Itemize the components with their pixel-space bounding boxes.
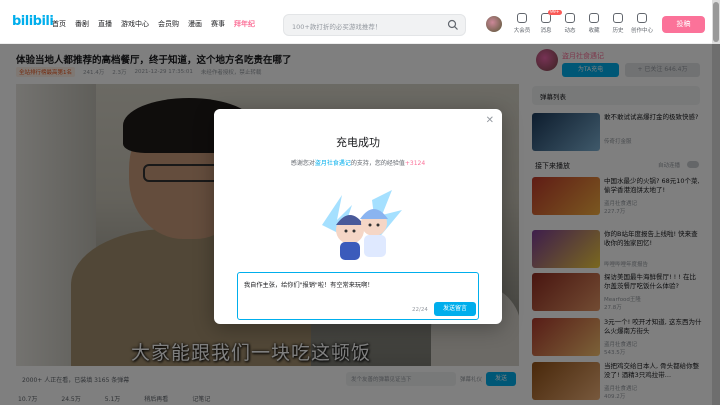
dynamic-icon	[565, 13, 575, 23]
user-avatar[interactable]	[486, 16, 502, 32]
vip-icon	[517, 13, 527, 23]
nav-vip[interactable]: 大会员	[510, 13, 534, 34]
nav-new-year[interactable]: 拜年纪	[234, 19, 255, 29]
upload-button[interactable]: 投稿	[662, 16, 705, 33]
nav-favorites[interactable]: 收藏	[582, 13, 606, 34]
char-counter: 22/24	[412, 307, 428, 313]
search-icon[interactable]	[447, 19, 459, 31]
nav-esports[interactable]: 赛事	[211, 19, 225, 29]
exp-gain: +3124	[404, 160, 426, 167]
message-textarea[interactable]: 我自作主张，给你们"报销"啦！有空常来玩啊！ 22/24 发送留言	[237, 272, 479, 320]
send-message-button[interactable]: 发送留言	[434, 302, 476, 316]
bilibili-logo[interactable]: bilibili	[12, 14, 54, 29]
thanks-up-name: 盗月社食遇记	[314, 160, 351, 167]
nav-home[interactable]: 首页	[52, 19, 66, 29]
nav-anime[interactable]: 番剧	[75, 19, 89, 29]
nav-history[interactable]: 历史	[606, 13, 630, 34]
modal-title: 充电成功	[336, 136, 380, 149]
clock-icon	[613, 13, 623, 23]
top-header: bilibili 首页 番剧 直播 游戏中心 会员购 漫画 赛事 拜年纪 100…	[0, 0, 720, 44]
search-bar[interactable]: 100+款打折的必买游戏推荐！	[283, 14, 466, 36]
nav-game-center[interactable]: 游戏中心	[121, 19, 149, 29]
nav-manga[interactable]: 漫画	[188, 19, 202, 29]
nav-dynamic[interactable]: 动态	[558, 13, 582, 34]
bulb-icon	[637, 13, 647, 23]
star-icon	[589, 13, 599, 23]
nav-creator-center[interactable]: 创作中心	[630, 13, 654, 34]
thanks-text: 感谢您对盗月社食遇记的支持，您的经验值+3124	[290, 160, 426, 167]
close-icon[interactable]: ✕	[486, 115, 494, 126]
celebration-illustration	[322, 190, 402, 260]
nav-member-shop[interactable]: 会员购	[158, 19, 179, 29]
message-text[interactable]: 我自作主张，给你们"报销"啦！有空常来玩啊！	[244, 280, 373, 289]
nav-message[interactable]: 99+ 消息	[534, 10, 562, 34]
nav-live[interactable]: 直播	[98, 19, 112, 29]
top-nav: 首页 番剧 直播 游戏中心 会员购 漫画 赛事 拜年纪	[52, 19, 255, 29]
right-nav: 大会员 99+ 消息 动态 收藏 历史 创作中心	[510, 10, 654, 34]
charge-success-modal: ✕ 充电成功 感谢您对盗月社食遇记的支持，您的经验值+3124 我自作主张，给你…	[214, 109, 502, 324]
scrollbar-thumb[interactable]	[713, 2, 719, 42]
search-input[interactable]: 100+款打折的必买游戏推荐！	[292, 21, 381, 31]
